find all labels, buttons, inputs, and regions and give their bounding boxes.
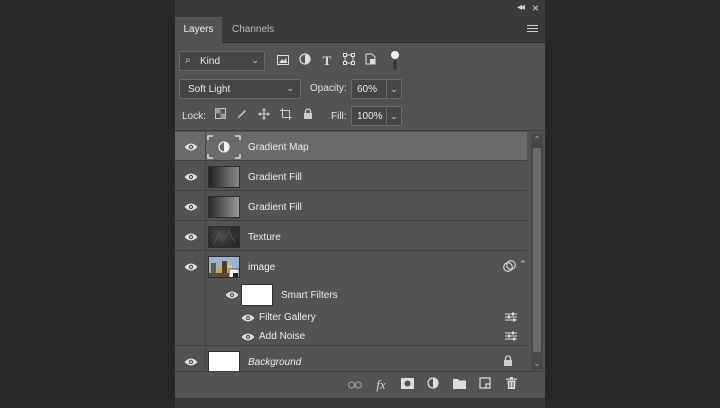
filter-blending-options-icon[interactable]	[505, 312, 517, 325]
layer-name: Gradient Fill	[248, 172, 302, 183]
layer-name: Gradient Map	[248, 142, 309, 153]
opacity-label: Opacity:	[310, 83, 347, 94]
lock-icon[interactable]	[503, 355, 513, 370]
opacity-slider-button[interactable]: ⌄	[387, 79, 402, 99]
filter-kind-label: Kind	[200, 56, 221, 67]
panel-top-strip: ◂◂ ×	[175, 0, 545, 17]
scroll-up-icon[interactable]: ⌃	[531, 134, 543, 146]
filter-row-filter-gallery[interactable]: Filter Gallery	[175, 308, 527, 327]
layer-row-image[interactable]: image ⌃	[175, 252, 527, 281]
new-layer-icon[interactable]	[477, 377, 493, 393]
filter-name: Add Noise	[259, 331, 306, 342]
eye-icon[interactable]	[184, 357, 198, 367]
close-panel-icon[interactable]: ×	[532, 1, 539, 15]
visibility-column	[175, 327, 206, 345]
smart-filters-row[interactable]: Smart Filters	[175, 281, 527, 308]
smart-filter-mask-thumbnail[interactable]	[241, 284, 273, 306]
panel-bottom-strip	[175, 398, 545, 408]
divider	[175, 130, 545, 131]
chevron-down-icon: ⌄	[251, 55, 259, 65]
eye-icon[interactable]	[184, 262, 198, 272]
link-layers-icon[interactable]	[347, 377, 363, 393]
filter-blending-options-icon[interactable]	[505, 331, 517, 344]
opacity-input[interactable]: 60%	[351, 79, 387, 99]
smart-filter-mask-icon[interactable]	[503, 260, 516, 276]
lock-transparent-pixels-icon[interactable]	[213, 108, 227, 122]
layer-row-texture[interactable]: Texture	[175, 222, 527, 251]
background-thumbnail[interactable]	[208, 351, 240, 371]
fill-value: 100%	[357, 111, 383, 122]
new-group-icon[interactable]	[451, 377, 467, 393]
filter-name: Filter Gallery	[259, 312, 316, 323]
eye-icon[interactable]	[241, 313, 255, 323]
lock-position-icon[interactable]	[257, 108, 271, 122]
gradient-fill-thumbnail[interactable]	[208, 196, 240, 218]
delete-layer-icon[interactable]	[503, 377, 519, 393]
fill-input[interactable]: 100%	[351, 106, 387, 126]
scrollbar-thumb[interactable]	[533, 148, 541, 352]
gradient-fill-thumbnail[interactable]	[208, 166, 240, 188]
visibility-column	[175, 281, 206, 308]
panel-menu-icon[interactable]	[527, 25, 538, 34]
layer-row-gradient-fill[interactable]: Gradient Fill	[175, 192, 527, 221]
fx-icon[interactable]: fx	[373, 377, 389, 393]
eye-icon[interactable]	[184, 142, 198, 152]
collapse-filters-icon[interactable]: ⌃	[519, 259, 527, 270]
image-thumbnail[interactable]	[208, 256, 240, 278]
fill-label: Fill:	[331, 111, 347, 122]
eye-icon[interactable]	[184, 172, 198, 182]
adjustment-filter-icon[interactable]	[297, 53, 313, 69]
layer-name: Texture	[248, 232, 281, 243]
layers-scrollbar[interactable]: ⌃ ⌄	[531, 134, 543, 370]
filter-row: ⌕ Kind ⌄ T	[179, 51, 543, 71]
blend-mode-value: Soft Light	[188, 84, 231, 95]
layer-row-background[interactable]: Background	[175, 347, 527, 371]
adjustment-layer-thumbnail[interactable]	[207, 135, 241, 159]
collapse-panel-icon[interactable]: ◂◂	[517, 2, 525, 13]
opacity-value: 60%	[357, 84, 378, 95]
lock-image-pixels-icon[interactable]	[235, 108, 249, 122]
search-icon: ⌕	[185, 55, 191, 66]
eye-icon[interactable]	[184, 202, 198, 212]
layer-row-gradient-fill[interactable]: Gradient Fill	[175, 162, 527, 191]
smart-filters-label: Smart Filters	[281, 290, 338, 301]
scroll-down-icon[interactable]: ⌄	[531, 358, 543, 370]
add-mask-icon[interactable]	[399, 377, 415, 393]
eye-icon[interactable]	[184, 232, 198, 242]
image-filter-icon[interactable]	[275, 53, 291, 69]
chevron-down-icon: ⌄	[286, 83, 294, 93]
panel-footer: fx	[175, 371, 545, 397]
smart-object-filter-icon[interactable]	[363, 53, 379, 69]
tab-layers[interactable]: Layers	[175, 17, 222, 43]
lock-label: Lock:	[182, 111, 206, 122]
fill-slider-button[interactable]: ⌄	[387, 106, 402, 126]
shape-filter-icon[interactable]	[341, 53, 357, 69]
lock-all-icon[interactable]	[301, 108, 315, 122]
layer-name: Background	[248, 357, 302, 368]
eye-icon[interactable]	[241, 332, 255, 342]
filter-kind-dropdown[interactable]: ⌕ Kind ⌄	[179, 51, 265, 71]
filter-toggle-icon[interactable]	[391, 51, 399, 71]
tab-channels[interactable]: Channels	[222, 17, 284, 43]
visibility-column	[175, 308, 206, 327]
layer-name: image	[248, 262, 276, 273]
blend-row: Soft Light ⌄ Opacity: 60% ⌄	[179, 79, 543, 99]
filter-row-add-noise[interactable]: Add Noise	[175, 327, 527, 346]
type-filter-icon[interactable]: T	[319, 53, 335, 69]
eye-icon[interactable]	[225, 290, 239, 300]
lock-row: Lock: Fill: 100% ⌄	[179, 106, 543, 126]
blend-mode-dropdown[interactable]: Soft Light ⌄	[179, 79, 301, 99]
layer-name: Gradient Fill	[248, 202, 302, 213]
layer-row-gradient-map[interactable]: Gradient Map	[175, 132, 527, 161]
layers-list: Gradient Map Gradient Fill Gradient Fill	[175, 132, 527, 371]
lock-artboard-icon[interactable]	[279, 108, 293, 122]
layers-panel: ◂◂ × Layers Channels ⌕ Kind ⌄ T Soft Lig…	[174, 0, 546, 408]
tab-bar: Layers Channels	[175, 17, 545, 43]
new-adjustment-icon[interactable]	[425, 377, 441, 393]
texture-thumbnail[interactable]	[208, 226, 240, 248]
